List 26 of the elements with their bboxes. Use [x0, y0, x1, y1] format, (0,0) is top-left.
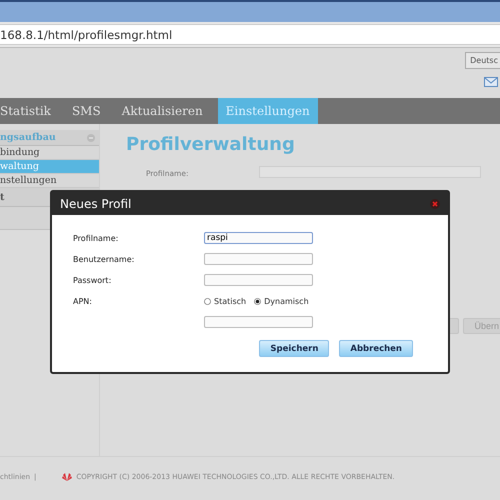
mail-icon[interactable] — [484, 77, 498, 87]
field-label: Profilname: — [73, 234, 120, 242]
input-field[interactable] — [204, 274, 313, 286]
apn-option[interactable]: Statisch — [204, 296, 246, 306]
field-label: APN: — [73, 296, 93, 306]
dialog-button[interactable]: Abbrechen — [339, 340, 413, 357]
apn-option[interactable]: Dynamisch — [254, 296, 309, 306]
input-field[interactable]: raspi — [204, 232, 313, 244]
page-title: Profilverwaltung — [126, 134, 296, 155]
logo-icon — [62, 473, 72, 481]
address-bar[interactable]: 168.8.1/html/profilesmgr.html — [0, 24, 500, 45]
nav-tab[interactable]: SMS — [66, 98, 107, 124]
dialog-button[interactable]: Speichern — [259, 340, 330, 357]
apn-field[interactable] — [204, 316, 313, 328]
radio-icon[interactable] — [254, 298, 262, 304]
close-icon[interactable] — [430, 198, 440, 208]
input-field[interactable] — [204, 253, 313, 265]
collapse-icon[interactable] — [87, 134, 95, 142]
radio-icon[interactable] — [204, 298, 211, 304]
field-label: Passwort: — [73, 276, 112, 284]
nav-tab[interactable]: Statistik — [0, 98, 57, 124]
sidebar-item[interactable]: nstellungen — [0, 174, 99, 188]
field-label: Benutzername: — [73, 254, 136, 264]
nav-tab[interactable]: Aktualisieren — [116, 98, 209, 124]
language-select[interactable]: Deutsc — [465, 52, 500, 69]
sidebar-item[interactable]: bindung — [0, 146, 99, 160]
